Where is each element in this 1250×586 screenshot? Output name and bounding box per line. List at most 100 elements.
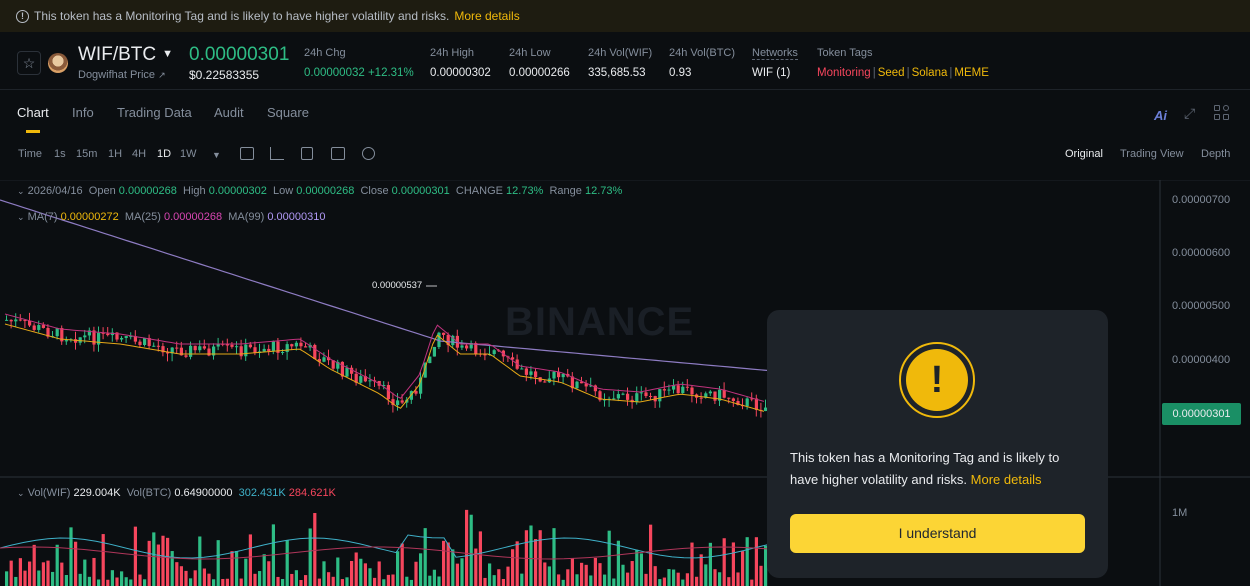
chart-tabs: Chart Info Trading Data Audit Square bbox=[0, 96, 1250, 136]
stat-24h-vol-wif: 24h Vol(WIF) 335,685.53 bbox=[588, 47, 653, 79]
volume-bar bbox=[299, 579, 303, 586]
volume-bar bbox=[64, 574, 68, 586]
tab-audit[interactable]: Audit bbox=[214, 105, 244, 120]
view-original[interactable]: Original bbox=[1065, 148, 1103, 160]
candle-body bbox=[400, 400, 404, 403]
volume-bar bbox=[60, 562, 64, 586]
candle-body bbox=[156, 345, 160, 347]
candle-body bbox=[616, 394, 620, 399]
tag-monitoring[interactable]: Monitoring bbox=[817, 67, 871, 79]
candle-body bbox=[14, 319, 18, 322]
drawing-target-icon[interactable] bbox=[362, 147, 375, 160]
volume-bar bbox=[267, 561, 271, 586]
volume-bar bbox=[143, 579, 147, 586]
volume-bar bbox=[704, 564, 708, 586]
volume-bar bbox=[451, 549, 455, 586]
volume-bar bbox=[28, 561, 32, 586]
candle-body bbox=[612, 398, 616, 400]
volume-bar bbox=[189, 578, 193, 586]
volume-bar bbox=[350, 560, 354, 586]
volume-bar bbox=[14, 576, 18, 586]
volume-bar bbox=[97, 579, 101, 586]
candle-body bbox=[55, 328, 59, 337]
candle-body bbox=[386, 385, 390, 400]
indicator-icon[interactable] bbox=[270, 147, 284, 160]
interval-1h[interactable]: 1H bbox=[108, 148, 122, 160]
candle-body bbox=[184, 355, 188, 357]
volume-bar bbox=[570, 558, 574, 586]
last-price-tag: 0.00000301 bbox=[1162, 403, 1241, 425]
tab-square[interactable]: Square bbox=[267, 105, 309, 120]
tag-solana[interactable]: Solana bbox=[912, 67, 948, 79]
layout-grid-icon[interactable] bbox=[1214, 105, 1230, 121]
expand-icon[interactable]: ⤢ bbox=[1184, 105, 1195, 122]
candle-body bbox=[658, 389, 662, 402]
settings-icon[interactable] bbox=[331, 147, 345, 160]
volume-bar bbox=[718, 572, 722, 586]
volume-bar bbox=[253, 573, 257, 586]
candle-body bbox=[253, 347, 257, 353]
price-subtitle[interactable]: Dogwifhat Price ↗ bbox=[78, 69, 166, 81]
chevron-down-icon: ▼ bbox=[162, 48, 173, 60]
tag-meme[interactable]: MEME bbox=[954, 67, 989, 79]
volume-bar bbox=[308, 528, 312, 586]
volume-bar bbox=[405, 576, 409, 586]
candle-body bbox=[41, 325, 45, 328]
candle-body bbox=[271, 341, 275, 352]
candle-body bbox=[267, 348, 271, 352]
volume-bar bbox=[649, 524, 653, 586]
interval-1w[interactable]: 1W bbox=[180, 148, 197, 160]
candle-body bbox=[290, 344, 294, 347]
interval-4h[interactable]: 4H bbox=[132, 148, 146, 160]
tab-chart[interactable]: Chart bbox=[17, 105, 49, 133]
candle-body bbox=[9, 319, 13, 322]
favorite-star-icon[interactable]: ☆ bbox=[17, 51, 41, 75]
volume-bar bbox=[400, 543, 404, 586]
volume-bar bbox=[612, 578, 616, 586]
volume-bar bbox=[322, 561, 326, 586]
candle-body bbox=[281, 352, 285, 354]
modal-more-details-link[interactable]: More details bbox=[971, 472, 1042, 487]
candle-body bbox=[359, 376, 363, 383]
volume-bar bbox=[152, 532, 156, 586]
candle-body bbox=[644, 392, 648, 397]
volume-bar bbox=[529, 525, 533, 586]
interval-more-chevron-icon[interactable]: ▼ bbox=[212, 150, 221, 160]
candle-body bbox=[124, 336, 128, 338]
tab-info[interactable]: Info bbox=[72, 105, 94, 120]
interval-15m[interactable]: 15m bbox=[76, 148, 97, 160]
volume-bar bbox=[708, 542, 712, 586]
interval-1s[interactable]: 1s bbox=[54, 148, 66, 160]
volume-bar bbox=[336, 557, 340, 586]
volume-bar bbox=[520, 573, 524, 586]
volume-bar bbox=[672, 569, 676, 586]
i-understand-button[interactable]: I understand bbox=[790, 514, 1085, 553]
volume-bar bbox=[727, 577, 731, 586]
interval-1d[interactable]: 1D bbox=[157, 148, 171, 160]
volume-bar bbox=[478, 531, 482, 586]
tab-trading-data[interactable]: Trading Data bbox=[117, 105, 192, 120]
volume-bar bbox=[23, 570, 27, 586]
volume-bar bbox=[396, 551, 400, 586]
peak-price-label: 0.00000537 bbox=[372, 280, 423, 291]
volume-bar bbox=[575, 574, 579, 586]
volume-bar bbox=[138, 574, 142, 586]
pair-selector[interactable]: WIF/BTC ▼ bbox=[78, 44, 173, 66]
candle-body bbox=[313, 344, 317, 360]
view-trading-view[interactable]: Trading View bbox=[1120, 148, 1184, 160]
candle-body bbox=[681, 386, 685, 394]
tag-seed[interactable]: Seed bbox=[878, 67, 905, 79]
chart-toolbar: Time 1s 15m 1H 4H 1D 1W ▼ Original Tradi… bbox=[0, 142, 1250, 168]
volume-bar bbox=[419, 553, 423, 586]
view-depth[interactable]: Depth bbox=[1201, 148, 1230, 160]
candle-body bbox=[106, 333, 110, 336]
ai-button[interactable]: Ai bbox=[1154, 108, 1167, 123]
banner-more-details-link[interactable]: More details bbox=[454, 9, 519, 23]
volume-bar bbox=[750, 579, 754, 586]
candle-body bbox=[543, 381, 547, 383]
candle-type-icon[interactable] bbox=[301, 147, 313, 160]
calendar-icon[interactable] bbox=[240, 147, 254, 160]
candle-body bbox=[143, 337, 147, 346]
interval-time[interactable]: Time bbox=[18, 148, 42, 160]
stat-networks[interactable]: Networks WIF (1) bbox=[752, 47, 798, 79]
